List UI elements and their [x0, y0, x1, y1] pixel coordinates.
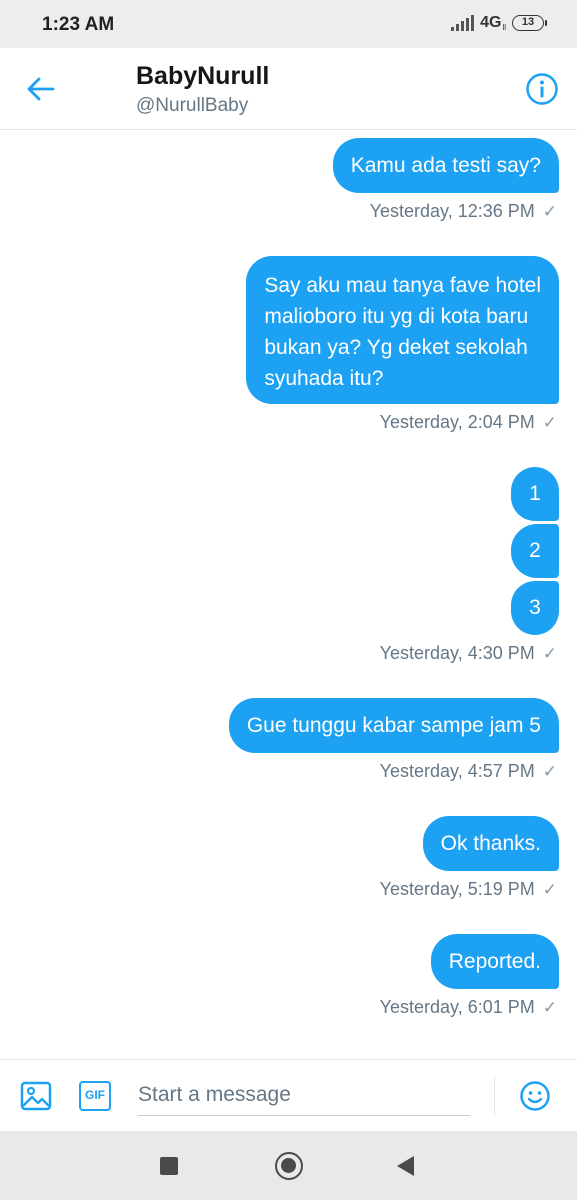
message-bubble[interactable]: Kamu ada testi say?: [332, 138, 559, 193]
timestamp-text: Yesterday, 4:30 PM: [379, 643, 535, 663]
battery-level: 13: [512, 15, 544, 31]
message-bubble[interactable]: 2: [511, 524, 559, 578]
back-button[interactable]: [22, 70, 60, 108]
timestamp-text: Yesterday, 5:19 PM: [379, 879, 535, 899]
status-bar: 1:23 AM 4G ll 13: [0, 0, 577, 48]
message-group: 1 2 3 Yesterday, 4:30 PM ✓: [380, 467, 559, 664]
battery-icon: 13: [512, 15, 547, 31]
message-group: Kamu ada testi say? Yesterday, 12:36 PM …: [332, 138, 559, 222]
emoji-button[interactable]: [519, 1080, 551, 1112]
message-group: Ok thanks. Yesterday, 5:19 PM ✓: [380, 816, 559, 900]
network-activity: ll: [502, 22, 506, 32]
info-button[interactable]: [525, 72, 559, 106]
message-timestamp: Yesterday, 4:30 PM ✓: [380, 643, 559, 664]
check-icon: ✓: [542, 412, 557, 432]
message-line: bukan ya? Yg deket sekolah: [264, 336, 528, 359]
add-gif-button[interactable]: GIF: [79, 1081, 111, 1111]
message-bubble[interactable]: Ok thanks.: [422, 816, 559, 871]
contact-handle: @NurullBaby: [136, 95, 249, 116]
message-bubble[interactable]: 3: [511, 581, 559, 635]
message-group: Reported. Yesterday, 6:01 PM ✓: [380, 934, 559, 1018]
message-group: Say aku mau tanya fave hotel malioboro i…: [246, 256, 559, 433]
message-bubble[interactable]: 1: [511, 467, 559, 521]
message-composer: GIF: [0, 1059, 577, 1131]
message-timestamp: Yesterday, 5:19 PM ✓: [380, 879, 559, 900]
message-list[interactable]: Kamu ada testi say? Yesterday, 12:36 PM …: [0, 131, 577, 1059]
status-time: 1:23 AM: [42, 14, 115, 35]
contact-name[interactable]: BabyNurull: [136, 62, 269, 91]
message-group: Gue tunggu kabar sampe jam 5 Yesterday, …: [228, 698, 559, 782]
home-button[interactable]: [275, 1152, 303, 1180]
timestamp-text: Yesterday, 6:01 PM: [379, 997, 535, 1017]
message-bubble[interactable]: Reported.: [430, 934, 559, 989]
message-line: malioboro itu yg di kota baru: [264, 305, 529, 328]
conversation-header: BabyNurull @NurullBaby: [0, 48, 577, 130]
check-icon: ✓: [542, 879, 557, 899]
timestamp-text: Yesterday, 12:36 PM: [369, 201, 535, 221]
message-timestamp: Yesterday, 6:01 PM ✓: [380, 997, 559, 1018]
message-line: syuhada itu?: [264, 367, 384, 390]
message-timestamp: Yesterday, 4:57 PM ✓: [380, 761, 559, 782]
signal-icon: [451, 15, 475, 31]
info-icon: [526, 73, 558, 105]
message-bubble[interactable]: Gue tunggu kabar sampe jam 5: [228, 698, 559, 753]
add-photo-button[interactable]: [20, 1080, 52, 1112]
check-icon: ✓: [542, 201, 557, 221]
check-icon: ✓: [542, 761, 557, 781]
message-bubble[interactable]: Say aku mau tanya fave hotel malioboro i…: [246, 256, 559, 404]
network-type: 4G: [480, 14, 502, 31]
system-back-button[interactable]: [397, 1156, 414, 1176]
message-line: Say aku mau tanya fave hotel: [264, 274, 541, 297]
timestamp-text: Yesterday, 2:04 PM: [379, 412, 535, 432]
timestamp-text: Yesterday, 4:57 PM: [379, 761, 535, 781]
composer-divider: [494, 1076, 495, 1116]
message-timestamp: Yesterday, 12:36 PM ✓: [370, 201, 559, 222]
check-icon: ✓: [542, 997, 557, 1017]
check-icon: ✓: [542, 643, 557, 663]
message-timestamp: Yesterday, 2:04 PM ✓: [380, 412, 559, 433]
smiley-icon: [520, 1081, 550, 1111]
system-nav-bar: [0, 1131, 577, 1200]
message-input[interactable]: [138, 1074, 470, 1116]
status-indicators: 4G ll 13: [451, 14, 547, 32]
arrow-left-icon: [27, 77, 55, 101]
image-icon: [20, 1081, 52, 1111]
recent-apps-button[interactable]: [160, 1157, 178, 1175]
